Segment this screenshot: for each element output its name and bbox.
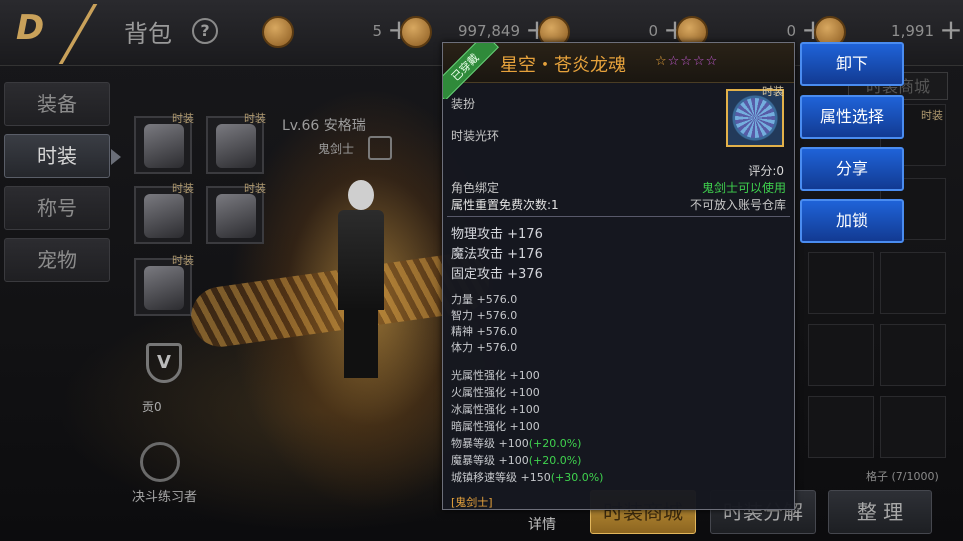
element-stat: 火属性强化 +100 <box>451 384 540 400</box>
slot-tag: 时装 <box>172 182 194 195</box>
stat-text: 光属性强化 +100 <box>451 369 540 382</box>
aura-item-icon: 时装 <box>726 85 784 147</box>
tab-title[interactable]: 称号 <box>4 186 110 230</box>
star-empty-icon: ☆☆☆☆ <box>667 54 719 69</box>
character-body <box>338 210 384 310</box>
slot-tag: 时装 <box>244 112 266 125</box>
item-icon-tag: 时装 <box>762 85 784 98</box>
currency-value: 0 <box>648 22 658 40</box>
base-stat: 力量 +576.0 <box>451 293 518 306</box>
item-stars: ☆☆☆☆☆ <box>655 54 718 69</box>
slot-tag: 时装 <box>172 254 194 267</box>
slot-tag: 时装 <box>921 109 943 122</box>
attribute-select-button[interactable]: 属性选择 <box>800 95 904 139</box>
inventory-cell[interactable] <box>880 252 946 314</box>
stat-bonus: (+20.0%) <box>528 437 582 450</box>
tab-equipment[interactable]: 装备 <box>4 82 110 126</box>
crit-stat: 物暴等级 +100(+20.0%) <box>451 435 581 451</box>
star-filled-icon: ☆ <box>655 54 668 69</box>
usable-by: 鬼剑士可以使用 <box>701 181 786 195</box>
item-name: 星空・苍炎龙魂 <box>500 55 626 76</box>
inventory-cell[interactable] <box>880 324 946 386</box>
attack-stat: 物理攻击 +176 <box>451 227 543 242</box>
storage-note: 不可放入账号仓库 <box>689 198 786 212</box>
inventory-cell[interactable] <box>808 324 874 386</box>
stat-text: 冰属性强化 +100 <box>451 403 540 416</box>
base-stat: 体力 +576.0 <box>451 341 518 354</box>
hair-icon <box>144 124 184 168</box>
base-stat: 智力 +576.0 <box>451 309 518 322</box>
inventory-cell[interactable] <box>808 252 874 314</box>
duel-title: 决斗练习者 <box>132 490 198 505</box>
rank-text: 贡0 <box>142 400 162 414</box>
fashion-slot-belt[interactable]: 时装 <box>206 182 266 244</box>
scroll-icon <box>400 16 432 48</box>
stat-bonus: (+30.0%) <box>550 471 604 484</box>
equipped-label: 已穿戴 <box>443 43 499 99</box>
share-button[interactable]: 分享 <box>800 147 904 191</box>
slot-tag: 时装 <box>172 112 194 125</box>
stat-text: 物暴等级 +100 <box>451 437 529 450</box>
attack-stat: 固定攻击 +376 <box>451 267 543 282</box>
attack-stat: 魔法攻击 +176 <box>451 247 543 262</box>
sort-button[interactable]: 整 理 <box>828 490 932 534</box>
coin-icon <box>262 16 294 48</box>
coat-icon <box>216 124 256 168</box>
detail-link[interactable]: 详情 <box>528 514 556 534</box>
rank-badge-icon[interactable]: V <box>146 343 182 383</box>
bind-type: 角色绑定 <box>451 181 500 195</box>
currency-value: 1,991 <box>891 22 934 40</box>
stat-text: 城镇移速等级 +150 <box>451 471 551 484</box>
stat-bonus: (+20.0%) <box>528 454 582 467</box>
add-currency-button[interactable]: + <box>938 16 963 46</box>
crit-stat: 魔暴等级 +100(+20.0%) <box>451 452 581 468</box>
pants-icon <box>144 194 184 238</box>
unequip-button[interactable]: 卸下 <box>800 42 904 86</box>
lock-button[interactable]: 加锁 <box>800 199 904 243</box>
currency-value: 0 <box>786 22 796 40</box>
fashion-slot-hair[interactable]: 时装 <box>134 112 194 174</box>
inventory-capacity: 格子 (7/1000) <box>866 470 939 483</box>
character-legs <box>344 308 378 378</box>
item-subtype: 时装光环 <box>451 129 500 143</box>
element-stat: 暗属性强化 +100 <box>451 418 540 434</box>
character-level: Lv.66 安格瑞 <box>282 118 366 134</box>
tab-fashion[interactable]: 时装 <box>4 134 121 178</box>
item-score: 评分:0 <box>748 164 784 178</box>
class-tag: [鬼剑士] <box>451 496 493 509</box>
help-icon[interactable]: ? <box>192 18 218 44</box>
duel-emblem-icon[interactable] <box>140 442 180 482</box>
inventory-cell[interactable] <box>880 396 946 458</box>
character-class: 鬼剑士 <box>318 142 355 156</box>
item-tooltip: 星空・苍炎龙魂 ☆☆☆☆☆ 已穿戴 装扮 时装光环 时装 评分:0 角色绑定 鬼… <box>442 42 795 510</box>
fashion-slot-neck[interactable]: 时装 <box>134 254 194 316</box>
tab-pet[interactable]: 宠物 <box>4 238 110 282</box>
character-head <box>348 180 374 210</box>
stat-text: 火属性强化 +100 <box>451 386 540 399</box>
slot-tag: 时装 <box>244 182 266 195</box>
currency-value: 997,849 <box>457 22 520 40</box>
currency-value: 5 <box>372 22 382 40</box>
back-logo-icon[interactable]: D <box>16 4 134 64</box>
aura-ring <box>735 98 775 138</box>
move-speed-stat: 城镇移速等级 +150(+30.0%) <box>451 469 603 485</box>
fashion-slot-pants[interactable]: 时装 <box>134 182 194 244</box>
element-stat: 光属性强化 +100 <box>451 367 540 383</box>
character-figure <box>330 180 390 380</box>
stat-text: 魔暴等级 +100 <box>451 454 529 467</box>
belt-icon <box>216 194 256 238</box>
item-type: 装扮 <box>451 97 476 111</box>
page-title: 背包 <box>124 20 172 48</box>
element-stat: 冰属性强化 +100 <box>451 401 540 417</box>
edit-icon[interactable] <box>368 136 392 160</box>
fashion-slot-coat[interactable]: 时装 <box>206 112 266 174</box>
inventory-cell[interactable] <box>808 396 874 458</box>
stat-text: 暗属性强化 +100 <box>451 420 540 433</box>
divider <box>447 216 790 217</box>
equipped-ribbon: 已穿戴 <box>443 43 499 99</box>
base-stat: 精神 +576.0 <box>451 325 518 338</box>
necklace-icon <box>144 266 184 310</box>
reset-count: 属性重置免费次数:1 <box>451 198 559 212</box>
